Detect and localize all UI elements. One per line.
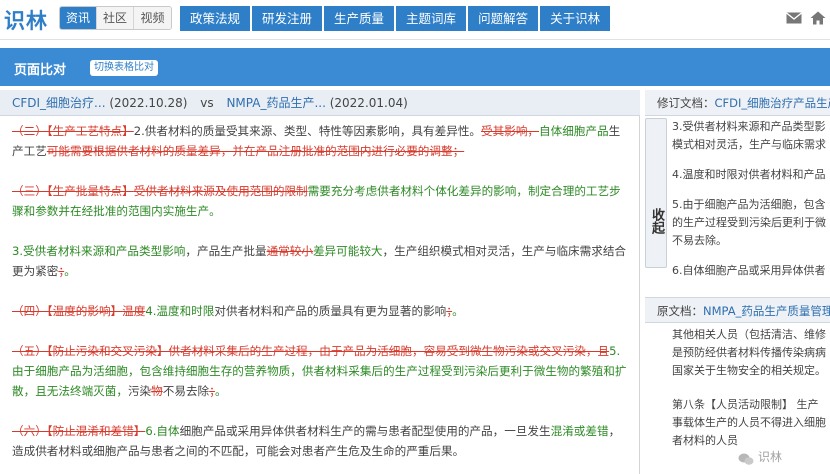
page-title: 页面比对	[14, 63, 67, 78]
deleted-text: 通常较小	[266, 244, 313, 258]
nav-qa[interactable]: 问题解答	[468, 6, 539, 31]
original-line: 是预防经供者材料传播传染病病	[672, 346, 826, 359]
revised-doc-link[interactable]: CFDI_细胞治疗产品生产	[715, 96, 830, 110]
revised-line: 6.自体细胞产品或采用异体供者	[672, 264, 826, 277]
revised-paragraph: 3.受供者材料来源和产品类型影 模式相对灵活，生产与临床需求	[672, 118, 830, 154]
inserted-text: 6.自体	[145, 424, 180, 438]
revised-line: 4.温度和时限对供者材料和产品	[672, 168, 826, 181]
deleted-text: 受其影响，	[481, 124, 540, 138]
original-line: 其他相关人员（包括清洁、维修	[672, 328, 826, 341]
inserted-text: 混淆或差错	[550, 424, 609, 438]
watermark-text: 识林	[758, 450, 783, 464]
inserted-text: 。	[64, 264, 76, 278]
wechat-icon	[738, 453, 754, 465]
right-doc-link[interactable]: NMPA_药品生产...	[226, 96, 325, 110]
unchanged-text: 2.供者材料的质量受其来源、类型、特性等因素影响，具有差异性。	[133, 124, 482, 138]
diff-panel: CFDI_细胞治疗... (2022.10.28) vs NMPA_药品生产..…	[0, 90, 640, 474]
diff-paragraph: （五）【防止污染和交叉污染】供者材料采集后的生产过程，由于产品为活细胞，容易受到…	[12, 341, 630, 401]
tab-video[interactable]: 视频	[134, 7, 171, 29]
inserted-text: 。	[214, 384, 227, 398]
top-navigation-bar: 识林 资讯 社区 视频 政策法规 研发注册 生产质量 主题词库 问题解答 关于识…	[0, 0, 830, 40]
deleted-text: （三）【生产批量特点】	[12, 184, 134, 198]
revised-paragraph: 6.自体细胞产品或采用异体供者	[672, 262, 830, 280]
deleted-text: （四）【温度的影响】	[12, 304, 123, 318]
unchanged-text: 细胞产品或采用异体供者材料生产的需与患者配型使用的产品，一旦发生	[179, 424, 551, 438]
tab-community[interactable]: 社区	[97, 7, 134, 29]
revised-line: 不易去除。	[672, 234, 727, 247]
original-line: 国家关于生物安全的相关规定。	[672, 364, 826, 377]
inserted-text: 3.受供者材料来源和产品类型影响	[12, 244, 186, 258]
unchanged-text: 不易去除	[162, 384, 210, 398]
revised-paragraph: 4.温度和时限对供者材料和产品	[672, 166, 830, 184]
revised-line: 模式相对灵活，生产与临床需求	[672, 138, 826, 151]
tab-news[interactable]: 资讯	[60, 7, 97, 29]
page-header: 页面比对 切换表格比对	[0, 48, 830, 86]
side-panel: 修订文档：CFDI_细胞治疗产品生产 收起 3.受供者材料来源和产品类型影 模式相…	[645, 90, 830, 474]
right-doc-date: (2022.01.04)	[329, 96, 408, 110]
inserted-text: 4.温度和时限	[145, 304, 215, 318]
revised-line: 3.受供者材料来源和产品类型影	[672, 120, 826, 133]
main-menu: 政策法规 研发注册 生产质量 主题词库 问题解答 关于识林	[180, 6, 612, 31]
diff-paragraph: （六）【防止混淆和差错】6.自体细胞产品或采用异体供者材料生产的需与患者配型使用…	[12, 421, 630, 461]
diff-paragraph: （二）【生产工艺特点】2.供者材料的质量受其来源、类型、特性等因素影响，具有差异…	[12, 121, 630, 161]
original-doc-link[interactable]: NMPA_药品生产质量管理	[703, 304, 830, 318]
revised-line: 5.由于细胞产品为活细胞，包含	[672, 198, 826, 211]
deleted-text: （五）【防止污染和交叉污染】	[12, 344, 169, 358]
revised-line: 的生产过程受到污染后更利于微	[672, 216, 826, 229]
deleted-text: 物	[151, 384, 163, 398]
deleted-text: 可能需要根据供者材料的质量差异，并在产品注册批准的范围内进行必要的调整；	[46, 144, 465, 158]
revised-doc-content: 3.受供者材料来源和产品类型影 模式相对灵活，生产与临床需求 4.温度和时限对供者…	[672, 118, 830, 294]
nav-policy[interactable]: 政策法规	[180, 6, 251, 31]
deleted-text: 供者材料采集后的生产过程，由于产品为活细胞，容易受到微生物污染或交叉污染，且	[168, 344, 610, 358]
revised-doc-label: 修订文档：	[657, 96, 715, 110]
unchanged-text: ，产品生产批量	[185, 244, 267, 258]
deleted-text: 受供者材料来源及使用范围的限制	[133, 184, 308, 198]
diff-paragraph: （四）【温度的影响】温度4.温度和时限对供者材料和产品的质量具有更为显著的影响；…	[12, 301, 630, 321]
diff-content: （二）【生产工艺特点】2.供者材料的质量受其来源、类型、特性等因素影响，具有差异…	[0, 117, 640, 474]
nav-topic-glossary[interactable]: 主题词库	[396, 6, 467, 31]
inserted-text: 差异可能较大	[312, 244, 383, 258]
inserted-text: 自体细胞产品	[539, 124, 609, 138]
compare-header: CFDI_细胞治疗... (2022.10.28) vs NMPA_药品生产..…	[0, 90, 640, 116]
deleted-text: （六）【防止混淆和差错】	[12, 424, 146, 438]
nav-production-quality[interactable]: 生产质量	[324, 6, 395, 31]
left-doc-date: (2022.10.28)	[109, 96, 188, 110]
original-doc-header: 原文档：NMPA_药品生产质量管理	[645, 297, 830, 323]
diff-paragraph: （三）【生产批量特点】受供者材料来源及使用范围的限制需要充分考虑供者材料个体化差…	[12, 181, 630, 221]
original-line: 事载体生产的人员不得进入细胞	[672, 416, 826, 429]
original-line: 者材料的人员	[672, 434, 738, 447]
home-icon[interactable]	[810, 11, 826, 25]
left-doc-link[interactable]: CFDI_细胞治疗...	[12, 96, 106, 110]
vs-label: vs	[200, 96, 214, 110]
switch-table-compare-button[interactable]: 切换表格比对	[90, 60, 158, 76]
nav-rd-registration[interactable]: 研发注册	[252, 6, 323, 31]
original-doc-label: 原文档：	[657, 304, 703, 318]
deleted-text: （二）【生产工艺特点】	[12, 124, 134, 138]
original-line: 第八条【人员活动限制】 生产	[672, 398, 819, 411]
unchanged-text: 对供者材料和产品的质量具有更为显著的影响	[214, 304, 447, 318]
diff-paragraph: 3.受供者材料来源和产品类型影响，产品生产批量通常较小差异可能较大，生产组织模式…	[12, 241, 630, 281]
revised-paragraph: 5.由于细胞产品为活细胞，包含 的生产过程受到污染后更利于微 不易去除。	[672, 196, 830, 250]
site-logo[interactable]: 识林	[4, 5, 48, 35]
nav-about[interactable]: 关于识林	[540, 6, 611, 31]
inserted-text: 。	[452, 304, 464, 318]
collapse-button[interactable]: 收起	[645, 118, 667, 268]
revised-doc-header: 修订文档：CFDI_细胞治疗产品生产	[645, 90, 830, 116]
deleted-text: 温度	[122, 304, 146, 318]
unchanged-text: 污染	[127, 384, 152, 398]
mail-icon[interactable]	[786, 11, 802, 25]
content-type-tabs: 资讯 社区 视频	[59, 6, 172, 30]
